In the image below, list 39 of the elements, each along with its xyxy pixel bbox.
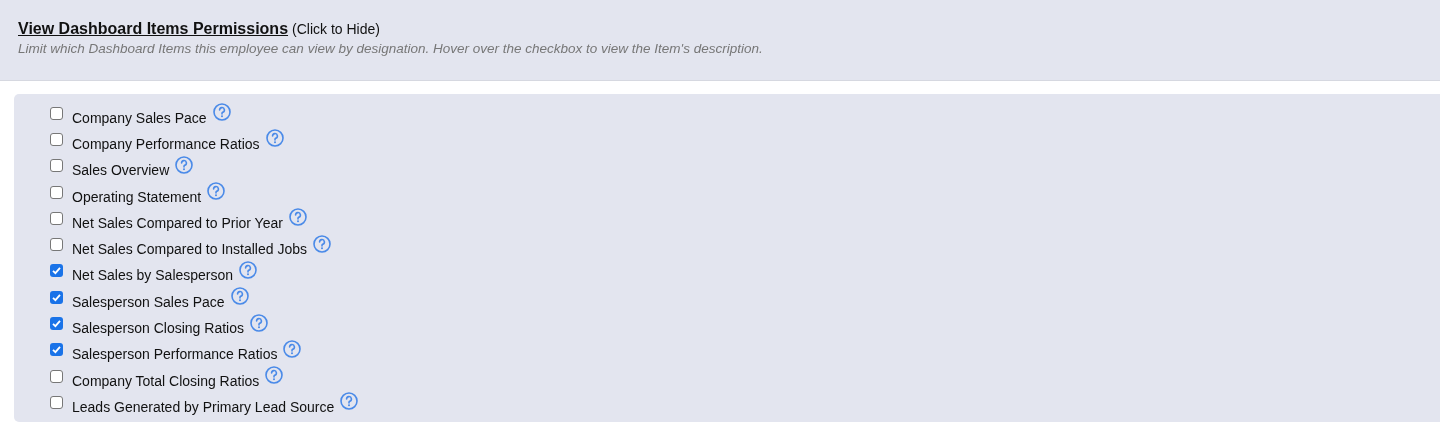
checkbox[interactable]: [50, 159, 63, 173]
item-label: Company Performance Ratios: [72, 135, 260, 152]
item-label: Salesperson Sales Pace: [72, 293, 225, 310]
item-label: Net Sales Compared to Prior Year: [72, 214, 283, 231]
item-label: Sales Overview: [72, 162, 170, 179]
checkbox[interactable]: [50, 343, 63, 357]
help-icon[interactable]: [212, 103, 231, 122]
checkbox[interactable]: [50, 238, 63, 252]
section-description: Limit which Dashboard Items this employee can view by designation. Hover over the checkbox to view the Item's description.: [18, 41, 764, 56]
checkbox[interactable]: [50, 106, 63, 120]
help-icon[interactable]: [175, 155, 194, 174]
item-label: Net Sales by Salesperson: [72, 267, 234, 284]
help-icon[interactable]: [207, 182, 226, 201]
item-label: Operating Statement: [72, 188, 202, 205]
help-icon[interactable]: [239, 260, 258, 279]
checkbox[interactable]: [50, 317, 63, 330]
item-label: Company Total Closing Ratios: [72, 372, 260, 389]
checkbox[interactable]: [50, 132, 63, 146]
help-icon[interactable]: [340, 392, 359, 411]
checkbox[interactable]: [50, 185, 63, 199]
help-icon[interactable]: [265, 366, 284, 385]
item-label: Salesperson Closing Ratios: [72, 320, 244, 336]
checkbox[interactable]: [50, 369, 63, 383]
toggle-hint[interactable]: (Click to Hide): [292, 21, 380, 37]
help-icon[interactable]: [288, 208, 307, 227]
help-icon[interactable]: [250, 313, 268, 332]
checkbox[interactable]: [50, 211, 63, 225]
section-title[interactable]: View Dashboard Items Permissions: [18, 20, 289, 38]
help-icon[interactable]: [230, 287, 249, 306]
item-label: Salesperson Performance Ratios: [72, 346, 278, 363]
help-icon[interactable]: [313, 234, 331, 253]
checkbox[interactable]: [50, 290, 63, 304]
help-icon[interactable]: [283, 339, 302, 358]
item-label: Leads Generated by Primary Lead Source: [72, 398, 335, 415]
item-label: Company Sales Pace: [72, 109, 207, 126]
checkbox[interactable]: [50, 264, 63, 278]
help-icon[interactable]: [265, 129, 284, 148]
checkbox[interactable]: [50, 395, 63, 409]
item-label: Net Sales Compared to Installed Jobs: [72, 241, 307, 258]
